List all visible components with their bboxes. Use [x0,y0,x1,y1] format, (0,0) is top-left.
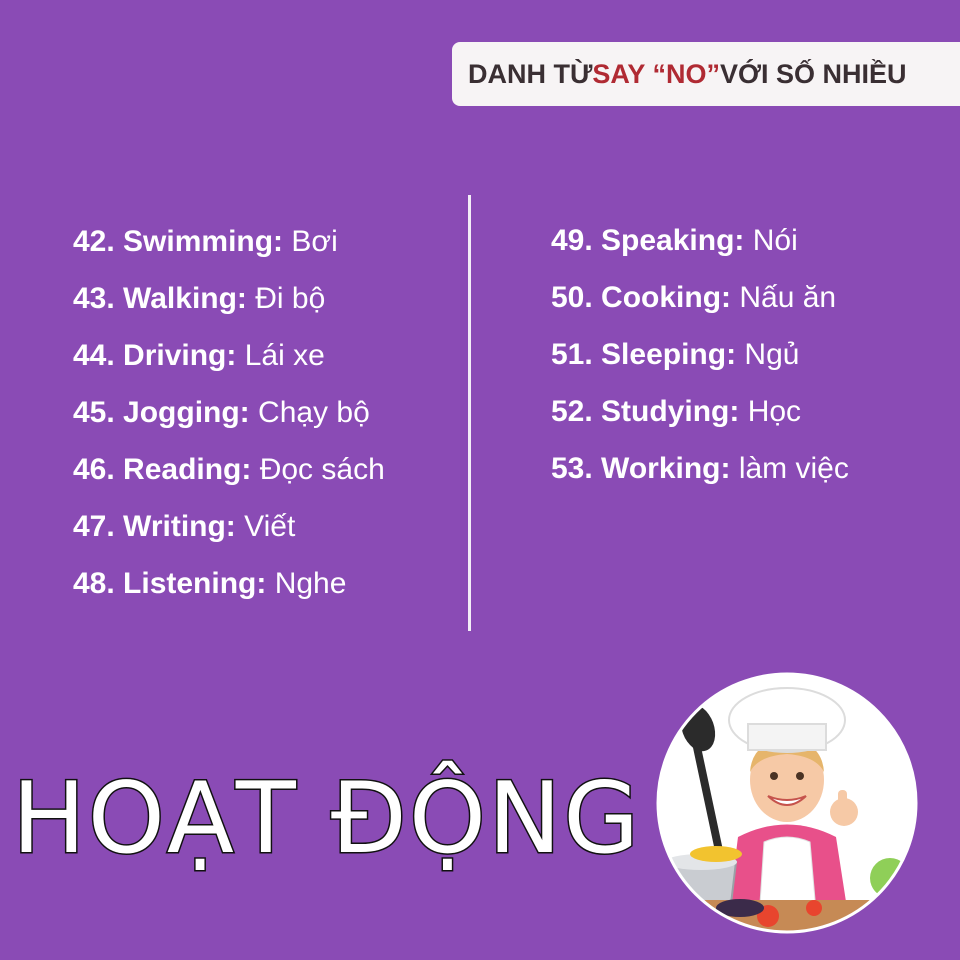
vocab-meaning: Viết [235,510,296,543]
vocab-term: 51. Sleeping: [551,338,737,371]
vocab-meaning: Nghe [266,567,347,600]
list-item: 52. Studying: Học [551,388,849,445]
vocab-meaning: Nói [744,224,798,257]
vocab-meaning: Bơi [283,225,338,258]
list-item: 43. Walking: Đi bộ [73,275,385,332]
list-item: 47. Writing: Viết [73,503,385,560]
vocab-term: 47. Writing: [73,510,236,543]
list-item: 51. Sleeping: Ngủ [551,331,849,388]
vocab-meaning: Nấu ăn [731,281,837,314]
vocab-meaning: Học [739,395,802,428]
list-item: 49. Speaking: Nói [551,217,849,274]
header-title-highlight: SAY “NO” [592,58,720,89]
vocab-meaning: Chạy bộ [249,396,370,429]
vocab-meaning: Đọc sách [251,453,385,486]
vocab-term: 44. Driving: [73,339,237,372]
hoat-dong-title: HOẠT ĐỘNG [0,740,641,890]
vocab-term: 48. Listening: [73,567,267,600]
vocab-meaning: làm việc [730,452,849,485]
vocab-term: 46. Reading: [73,453,252,486]
vocab-term: 50. Cooking: [551,281,732,314]
list-item: 50. Cooking: Nấu ăn [551,274,849,331]
vocab-list-left: 42. Swimming: Bơi 43. Walking: Đi bộ 44.… [73,218,385,617]
vocab-term: 42. Swimming: [73,225,284,258]
list-item: 42. Swimming: Bơi [73,218,385,275]
vocab-term: 45. Jogging: [73,396,250,429]
list-item: 46. Reading: Đọc sách [73,446,385,503]
vocab-list-right: 49. Speaking: Nói 50. Cooking: Nấu ăn 51… [551,217,849,502]
header-title-part1: DANH TỪ [468,58,593,89]
vocab-term: 52. Studying: [551,395,740,428]
vocab-meaning: Đi bộ [246,282,326,315]
child-chef-photo [656,672,918,934]
list-item: 44. Driving: Lái xe [73,332,385,389]
list-item: 45. Jogging: Chạy bộ [73,389,385,446]
list-item: 53. Working: làm việc [551,445,849,502]
hoat-dong-title-text: HOẠT ĐỘNG [12,761,640,876]
vocab-meaning: Ngủ [736,338,800,371]
header-title-part2: VỚI SỐ NHIỀU [719,58,907,89]
column-divider [468,195,471,631]
vocab-term: 43. Walking: [73,282,247,315]
vocab-term: 49. Speaking: [551,224,745,257]
vocab-meaning: Lái xe [236,339,325,372]
header-title-banner: DANH TỪ SAY “NO” VỚI SỐ NHIỀU [452,42,960,106]
vocab-term: 53. Working: [551,452,731,485]
list-item: 48. Listening: Nghe [73,560,385,617]
